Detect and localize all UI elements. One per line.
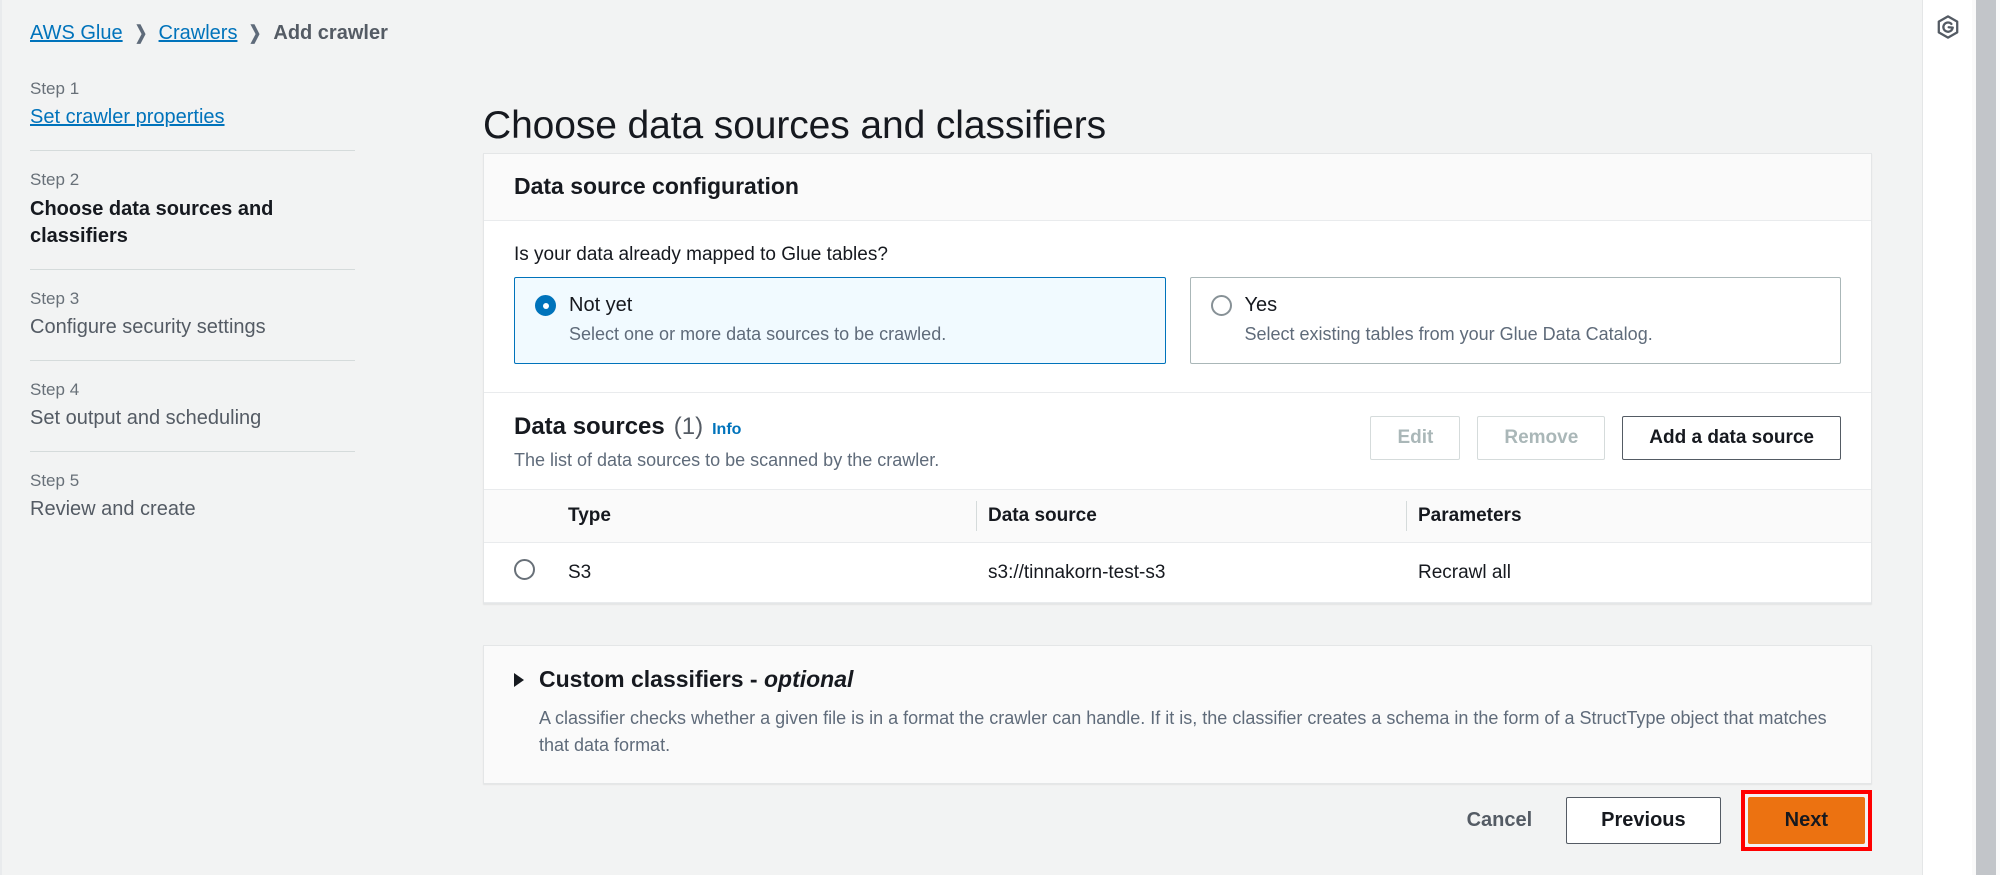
next-button[interactable]: Next [1747, 797, 1865, 844]
step-1-title[interactable]: Set crawler properties [30, 104, 355, 131]
sidebar-step-2[interactable]: Step 2 Choose data sources and classifie… [30, 169, 355, 249]
column-header-type[interactable]: Type [556, 489, 976, 543]
data-sources-title: Data sources [514, 413, 665, 440]
data-sources-section-header: Data sources (1) Info The list of data s… [484, 392, 1871, 489]
sidebar-step-1[interactable]: Step 1 Set crawler properties [30, 78, 355, 131]
table-body: S3 s3://tinnakorn-test-s3 Recrawl all [484, 542, 1871, 603]
edit-button[interactable]: Edit [1370, 416, 1461, 460]
data-sources-actions: Edit Remove Add a data source [1370, 413, 1841, 460]
radio-selected-icon[interactable] [535, 295, 556, 316]
step-1-number: Step 1 [30, 79, 80, 98]
row-type-cell: S3 [556, 542, 976, 603]
previous-button[interactable]: Previous [1566, 797, 1721, 844]
page-scrollbar-track[interactable] [1972, 0, 2000, 875]
custom-classifiers-toggle[interactable]: Custom classifiers - optional [514, 666, 1841, 693]
radio-option-not-yet[interactable]: Not yet Select one or more data sources … [514, 277, 1166, 364]
radio-option-not-yet-label: Not yet [569, 294, 633, 316]
glue-hexagon-icon[interactable] [1935, 14, 1961, 40]
column-header-data-source[interactable]: Data source [976, 489, 1406, 543]
sidebar-step-4[interactable]: Step 4 Set output and scheduling [30, 379, 355, 432]
row-parameters-cell: Recrawl all [1406, 542, 1871, 603]
data-sources-description: The list of data sources to be scanned b… [514, 450, 940, 470]
data-sources-title-row: Data sources (1) Info [514, 413, 939, 441]
radio-option-not-yet-line: Not yet [535, 294, 1145, 317]
left-edge-divider [0, 0, 2, 875]
radio-unselected-icon[interactable] [1210, 295, 1232, 316]
row-data-source-cell: s3://tinnakorn-test-s3 [976, 542, 1406, 603]
mapped-question-label: Is your data already mapped to Glue tabl… [514, 244, 888, 265]
right-sidebar [1922, 0, 1972, 875]
page-scrollbar-thumb[interactable] [1976, 0, 1996, 875]
breadcrumb-separator-icon: ❯ [249, 23, 262, 44]
info-link[interactable]: Info [712, 421, 741, 439]
radio-option-not-yet-description: Select one or more data sources to be cr… [569, 324, 947, 344]
aws-glue-add-crawler-page: AWS Glue ❯ Crawlers ❯ Add crawler Step 1… [0, 0, 2000, 875]
cancel-button[interactable]: Cancel [1453, 799, 1547, 842]
wizard-footer: Cancel Previous Next [483, 790, 1872, 851]
mapped-radio-group: Not yet Select one or more data sources … [514, 277, 1841, 364]
breadcrumb-item-aws-glue[interactable]: AWS Glue [30, 22, 123, 45]
remove-button[interactable]: Remove [1477, 416, 1606, 460]
custom-classifiers-title-text: Custom classifiers - [539, 666, 764, 692]
card-body: Is your data already mapped to Glue tabl… [484, 221, 1871, 392]
step-2-number: Step 2 [30, 170, 80, 190]
radio-option-yes-label: Yes [1244, 294, 1278, 316]
data-sources-count: (1) [673, 413, 704, 440]
data-sources-heading-block: Data sources (1) Info The list of data s… [514, 413, 939, 471]
radio-option-yes-description: Select existing tables from your Glue Da… [1244, 324, 1653, 344]
radio-option-yes[interactable]: Yes Select existing tables from your Glu… [1189, 277, 1841, 364]
card-header-title: Data source configuration [514, 173, 799, 199]
custom-classifiers-description: A classifier checks whether a given file… [539, 708, 1827, 755]
step-divider [30, 268, 355, 270]
breadcrumb: AWS Glue ❯ Crawlers ❯ Add crawler [30, 22, 388, 45]
step-4-title: Set output and scheduling [30, 407, 262, 429]
step-3-number: Step 3 [30, 288, 80, 308]
chevron-right-icon[interactable] [514, 672, 524, 687]
step-3-title: Configure security settings [30, 315, 266, 338]
step-5-title: Review and create [30, 498, 196, 521]
add-a-data-source-button[interactable]: Add a data source [1622, 416, 1841, 460]
custom-classifiers-optional-text: optional [763, 666, 854, 692]
breadcrumb-separator-icon: ❯ [134, 23, 147, 44]
custom-classifiers-section[interactable]: Custom classifiers - optional A classifi… [483, 645, 1872, 784]
row-radio-icon[interactable] [514, 559, 535, 580]
step-divider [30, 451, 355, 452]
breadcrumb-item-crawlers[interactable]: Crawlers [159, 22, 238, 45]
table-head: Type Data source Parameters [484, 489, 1871, 543]
table-row[interactable]: S3 s3://tinnakorn-test-s3 Recrawl all [484, 542, 1871, 603]
breadcrumb-item-add-crawler: Add crawler [273, 22, 388, 44]
page-title: Choose data sources and classifiers [483, 104, 1106, 148]
step-divider [30, 150, 355, 152]
data-source-configuration-card: Data source configuration Is your data a… [483, 153, 1872, 604]
column-header-parameters[interactable]: Parameters [1406, 489, 1871, 543]
sidebar-step-3[interactable]: Step 3 Configure security settings [30, 288, 355, 341]
card-header: Data source configuration [484, 154, 1871, 221]
step-2-title: Choose data sources and classifiers [30, 197, 274, 247]
wizard-step-navigation: Step 1 Set crawler properties Step 2 Cho… [30, 78, 355, 523]
sidebar-step-5[interactable]: Step 5 Review and create [30, 470, 355, 523]
step-5-number: Step 5 [30, 471, 80, 490]
step-4-number: Step 4 [30, 379, 80, 399]
next-button-highlight: Next [1740, 790, 1872, 851]
step-divider [30, 359, 355, 361]
row-select-cell[interactable] [484, 542, 556, 603]
radio-option-yes-line: Yes [1210, 294, 1821, 317]
custom-classifiers-title: Custom classifiers - optional [539, 666, 853, 693]
column-header-select [484, 489, 556, 543]
table-header-row: Type Data source Parameters [484, 489, 1871, 543]
data-sources-table: Type Data source Parameters S3 s3://tinn… [484, 489, 1871, 603]
